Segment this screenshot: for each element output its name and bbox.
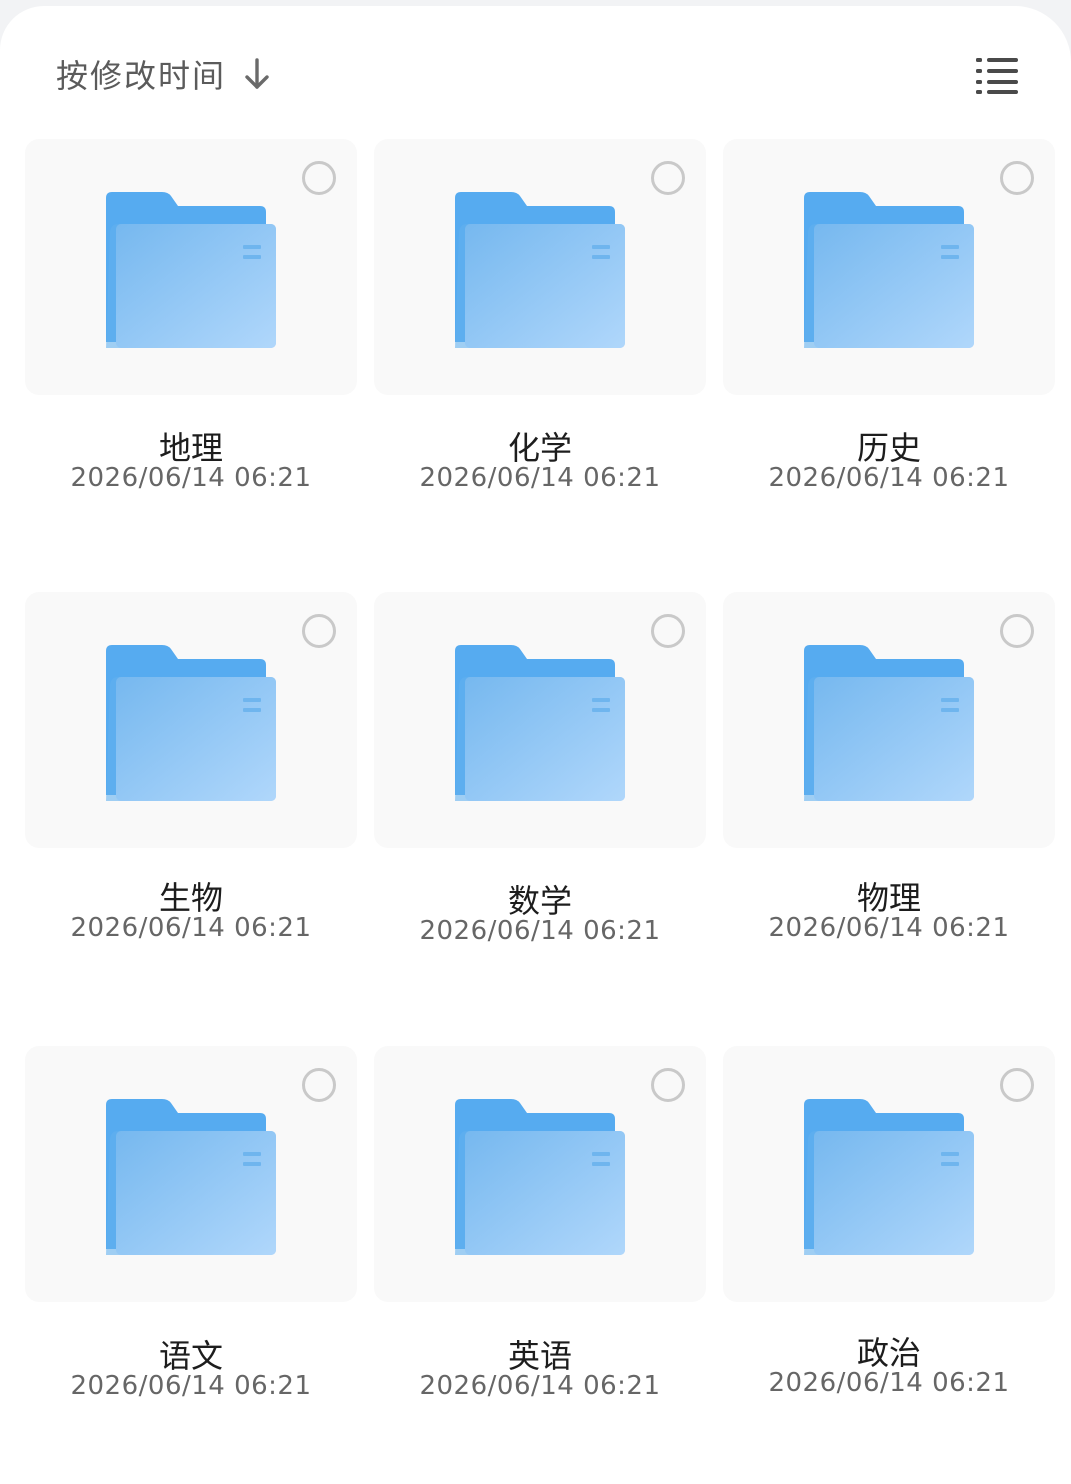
folder-tile[interactable]: 物理 2026/06/14 06:21 (723, 586, 1055, 1006)
arrow-down-icon (242, 57, 272, 91)
select-checkbox[interactable] (1000, 1068, 1034, 1102)
folder-modified-date: 2026/06/14 06:21 (70, 1371, 312, 1401)
sort-label: 按修改时间 (56, 57, 227, 95)
folder-icon (455, 192, 625, 348)
folder-icon (804, 1099, 974, 1255)
select-checkbox[interactable] (651, 161, 685, 195)
folder-thumbnail (374, 592, 706, 848)
folder-tile[interactable]: 政治 2026/06/14 06:21 (723, 1040, 1055, 1460)
folder-thumbnail (723, 139, 1055, 395)
list-view-toggle-button[interactable] (972, 54, 1022, 96)
folder-icon (455, 645, 625, 801)
folder-tile[interactable]: 化学 2026/06/14 06:21 (374, 133, 706, 553)
folder-icon (804, 645, 974, 801)
folder-tile[interactable]: 历史 2026/06/14 06:21 (723, 133, 1055, 553)
list-view-icon (976, 58, 1018, 94)
folder-thumbnail (25, 592, 357, 848)
folder-modified-date: 2026/06/14 06:21 (768, 913, 1010, 943)
folder-thumbnail (25, 139, 357, 395)
folder-icon (804, 192, 974, 348)
folder-tile[interactable]: 数学 2026/06/14 06:21 (374, 586, 706, 1006)
folder-thumbnail (723, 592, 1055, 848)
folder-tile[interactable]: 英语 2026/06/14 06:21 (374, 1040, 706, 1460)
select-checkbox[interactable] (302, 161, 336, 195)
folder-thumbnail (723, 1046, 1055, 1302)
select-checkbox[interactable] (1000, 161, 1034, 195)
folder-thumbnail (374, 139, 706, 395)
folder-thumbnail (25, 1046, 357, 1302)
select-checkbox[interactable] (302, 1068, 336, 1102)
file-browser-sheet: 按修改时间 地理 2026/06/14 06:21 化学 2026/06/14 … (0, 6, 1071, 1484)
select-checkbox[interactable] (651, 1068, 685, 1102)
folder-icon (106, 645, 276, 801)
select-checkbox[interactable] (651, 614, 685, 648)
folder-modified-date: 2026/06/14 06:21 (419, 1371, 661, 1401)
folder-tile[interactable]: 生物 2026/06/14 06:21 (25, 586, 357, 1006)
folder-modified-date: 2026/06/14 06:21 (768, 1368, 1010, 1398)
folder-modified-date: 2026/06/14 06:21 (70, 463, 312, 493)
select-checkbox[interactable] (1000, 614, 1034, 648)
folder-modified-date: 2026/06/14 06:21 (419, 916, 661, 946)
select-checkbox[interactable] (302, 614, 336, 648)
folder-modified-date: 2026/06/14 06:21 (419, 463, 661, 493)
folder-thumbnail (374, 1046, 706, 1302)
folder-tile[interactable]: 语文 2026/06/14 06:21 (25, 1040, 357, 1460)
folder-icon (106, 1099, 276, 1255)
folder-icon (106, 192, 276, 348)
folder-modified-date: 2026/06/14 06:21 (70, 913, 312, 943)
sort-by-modified-time-button[interactable]: 按修改时间 (56, 50, 272, 98)
folder-icon (455, 1099, 625, 1255)
folder-modified-date: 2026/06/14 06:21 (768, 463, 1010, 493)
folder-tile[interactable]: 地理 2026/06/14 06:21 (25, 133, 357, 553)
